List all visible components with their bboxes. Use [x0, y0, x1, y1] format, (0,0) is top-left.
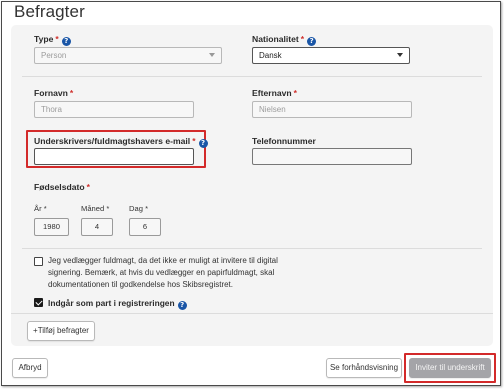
- help-icon[interactable]: ?: [307, 37, 317, 46]
- required-mark: *: [145, 204, 149, 213]
- preview-button[interactable]: Se forhåndsvisning: [326, 358, 402, 378]
- day-label: Dag *: [129, 204, 148, 213]
- type-label-text: Type: [34, 34, 54, 44]
- firstname-label-text: Fornavn: [34, 88, 68, 98]
- party-checkbox-label: Indgår som part i registreringen?: [48, 298, 187, 310]
- day-label-text: Dag: [129, 204, 143, 213]
- power-of-attorney-line: Jeg vedlægger fuldmagt, da det ikke er m…: [48, 256, 278, 265]
- required-mark: *: [293, 88, 297, 98]
- birthdate-label-text: Fødselsdato: [34, 182, 85, 192]
- page-title: Befragter: [14, 2, 85, 21]
- type-select[interactable]: Person: [34, 47, 222, 64]
- month-label: Måned *: [81, 204, 109, 213]
- party-checkbox[interactable]: [34, 298, 43, 307]
- divider: [11, 313, 493, 314]
- required-mark: *: [69, 88, 74, 98]
- type-select-value: Person: [41, 51, 67, 60]
- phone-input[interactable]: [252, 148, 412, 165]
- party-checkbox-label-text: Indgår som part i registreringen: [48, 298, 175, 308]
- add-respondent-button[interactable]: +Tilføj befragter: [27, 321, 95, 341]
- chevron-down-icon: [397, 53, 403, 57]
- power-of-attorney-checkbox[interactable]: [34, 257, 43, 266]
- power-of-attorney-text: Jeg vedlægger fuldmagt, da det ikke er m…: [48, 255, 278, 291]
- email-label-text: Underskrivers/fuldmagtshavers e-mail: [34, 136, 191, 146]
- cancel-button[interactable]: Afbryd: [12, 358, 48, 378]
- power-of-attorney-line: signering. Bemærk, at hvis du vedlægger …: [48, 268, 275, 277]
- month-label-text: Måned: [81, 204, 105, 213]
- lastname-label-text: Efternavn: [252, 88, 292, 98]
- birthdate-label: Fødselsdato *: [34, 182, 90, 192]
- required-mark: *: [86, 182, 90, 192]
- nationality-select-value: Dansk: [259, 51, 282, 60]
- required-mark: *: [106, 204, 110, 213]
- required-mark: *: [192, 136, 196, 146]
- lastname-label: Efternavn *: [252, 88, 297, 98]
- invite-to-sign-button[interactable]: Inviter til underskrift: [409, 358, 491, 378]
- year-input[interactable]: 1980: [34, 218, 69, 236]
- email-input[interactable]: [34, 148, 194, 165]
- firstname-input[interactable]: Thora: [34, 101, 194, 118]
- lastname-input[interactable]: Nielsen: [252, 101, 412, 118]
- power-of-attorney-line: dokumentationen til godkendelse hos Skib…: [48, 280, 233, 289]
- month-input[interactable]: 4: [81, 218, 113, 236]
- required-mark: *: [43, 204, 47, 213]
- required-mark: *: [300, 34, 305, 44]
- nationality-label-text: Nationalitet: [252, 34, 299, 44]
- nationality-label: Nationalitet *?: [252, 34, 317, 46]
- day-input[interactable]: 6: [129, 218, 161, 236]
- type-label: Type *?: [34, 34, 71, 46]
- help-icon[interactable]: ?: [61, 37, 71, 46]
- help-icon[interactable]: ?: [177, 301, 187, 310]
- divider: [22, 76, 482, 77]
- nationality-select[interactable]: Dansk: [252, 47, 410, 64]
- required-mark: *: [55, 34, 59, 44]
- year-label: År *: [34, 204, 47, 213]
- phone-label-text: Telefonnummer: [252, 136, 316, 146]
- phone-label: Telefonnummer: [252, 136, 316, 146]
- divider: [22, 248, 482, 249]
- firstname-label: Fornavn *: [34, 88, 73, 98]
- email-label: Underskrivers/fuldmagtshavers e-mail *?: [34, 136, 208, 148]
- chevron-down-icon: [209, 53, 215, 57]
- help-icon[interactable]: ?: [198, 139, 208, 148]
- year-label-text: År: [34, 204, 42, 213]
